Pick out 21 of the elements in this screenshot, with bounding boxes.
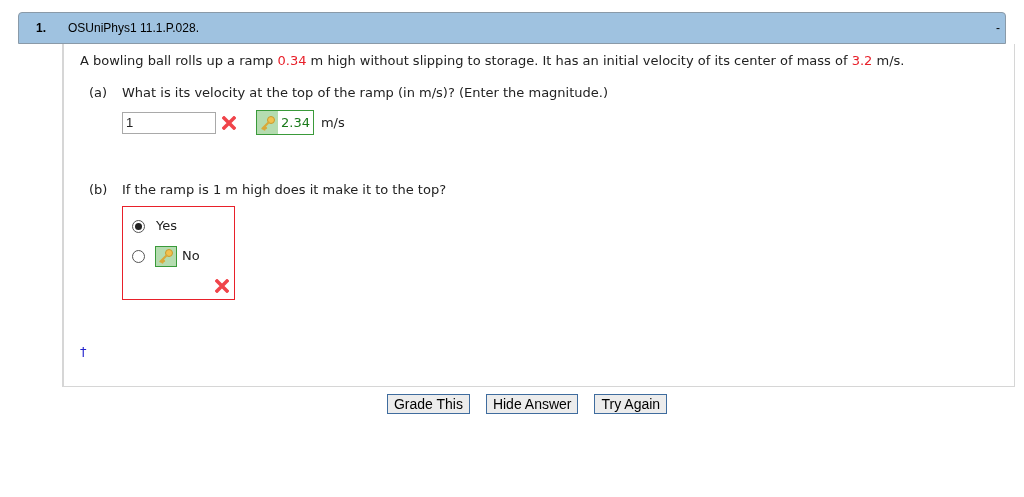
cross-icon <box>215 279 229 293</box>
part-label: (b) <box>89 181 109 199</box>
action-button[interactable]: Hide Answer <box>485 394 579 414</box>
action-button[interactable]: Grade This <box>386 394 470 414</box>
option-label: No <box>182 247 200 266</box>
part-prompt: What is its velocity at the top of the ramp (in m/s)? (Enter the magnitude.) <box>122 84 608 102</box>
question-title: OSUniPhys1 11.1.P.028. <box>68 20 199 37</box>
question-number: 1. <box>36 20 47 37</box>
radio-button[interactable] <box>132 249 145 263</box>
answer-field[interactable]: 1 <box>122 111 216 134</box>
question-text: A bowling ball rolls up a ramp 0.34 m high without slipping to storage. It has an initial velocity of its center of mass of 3.2 m/s. <box>80 52 906 70</box>
action-button[interactable]: Try Again <box>594 394 668 414</box>
collapse-toggle[interactable]: - <box>996 19 1000 37</box>
unit-label: m/s <box>320 113 345 132</box>
footnote-mark: † <box>80 343 88 361</box>
option-label: Yes <box>156 217 177 236</box>
answer-key-box: 2.34 <box>256 110 314 135</box>
part-label: (a) <box>89 84 109 102</box>
key-icon <box>259 114 276 131</box>
radio-button[interactable] <box>132 219 145 233</box>
part-prompt: If the ramp is 1 m high does it make it to the top? <box>122 181 447 199</box>
